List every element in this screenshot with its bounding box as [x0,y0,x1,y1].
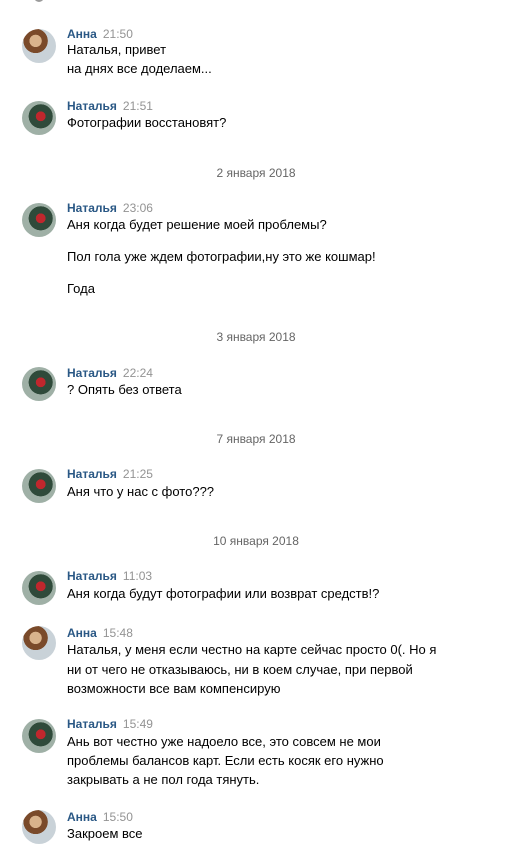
message-item: Наталья 21:25 Аня что у нас с фото??? [0,467,512,503]
message-item: Наталья 15:49 Ань вот честно уже надоело … [0,717,512,789]
message-text: Наталья, у меня если честно на карте сей… [67,642,437,657]
avatar[interactable] [22,203,56,237]
message-text: ни от чего не отказываюсь, ни в коем слу… [67,662,413,677]
message-header: Наталья 11:03 [67,569,152,583]
message-text: закрывать а не пол года тянуть. [67,772,260,787]
author-name[interactable]: Анна [67,27,97,41]
message-header: Наталья 22:24 [67,366,153,380]
message-item: Наталья 11:03 Аня когда будут фотографии … [0,569,512,605]
author-name[interactable]: Наталья [67,569,117,583]
message-text: Аня что у нас с фото??? [67,484,215,499]
message-text: Аня когда будут фотографии или возврат с… [67,586,380,601]
message-item: Наталья 23:06 Аня когда будет решение мое… [0,201,512,301]
message-text: Года [67,281,95,296]
message-time[interactable]: 11:03 [123,569,152,583]
avatar[interactable] [34,0,44,2]
author-name[interactable]: Анна [67,626,97,640]
avatar[interactable] [22,367,56,401]
message-time[interactable]: 22:24 [123,366,153,380]
avatar[interactable] [22,101,56,135]
avatar[interactable] [22,810,56,844]
message-text: Фотографии восстановят? [67,115,227,130]
message-time[interactable]: 15:49 [123,717,153,731]
avatar[interactable] [22,719,56,753]
avatar[interactable] [22,626,56,660]
message-time[interactable]: 23:06 [123,201,153,215]
message-header: Наталья 21:25 [67,467,153,481]
author-name[interactable]: Наталья [67,366,117,380]
message-header: Наталья 15:49 [67,717,153,731]
message-item: Наталья 22:24 ? Опять без ответа [0,366,512,402]
message-text: на днях все доделаем... [67,61,212,76]
message-text: Наталья, привет [67,42,167,57]
message-header: Анна 21:50 [67,27,133,41]
message-item: Анна 21:50 Наталья, привет на днях все до… [0,27,512,77]
message-text: Ань вот честно уже надоело все, это совс… [67,734,381,749]
message-time[interactable]: 21:25 [123,467,153,481]
message-text: проблемы балансов карт. Если есть косяк … [67,753,384,768]
author-name[interactable]: Наталья [67,99,117,113]
message-header: Наталья 21:51 [67,99,153,113]
message-text: Пол гола уже ждем фотографии,ну это же к… [67,249,376,264]
date-separator: 7 января 2018 [216,432,296,446]
author-name[interactable]: Наталья [67,467,117,481]
avatar[interactable] [22,29,56,63]
message-time[interactable]: 15:48 [103,626,133,640]
date-separator: 10 января 2018 [213,534,299,548]
author-name[interactable]: Анна [67,810,97,824]
author-name[interactable]: Наталья [67,201,117,215]
message-time[interactable]: 21:50 [103,27,133,41]
message-text: возможности все вам компенсирую [67,681,281,696]
message-text: Аня когда будет решение моей проблемы? [67,217,327,232]
author-name[interactable]: Наталья [67,717,117,731]
date-separator: 2 января 2018 [216,166,296,180]
date-separator: 3 января 2018 [216,330,296,344]
avatar[interactable] [22,571,56,605]
message-item: Анна 15:50 Закроем все [0,810,512,844]
message-text: ? Опять без ответа [67,382,182,397]
message-item: Анна 15:48 Наталья, у меня если честно на… [0,626,512,698]
message-time[interactable]: 21:51 [123,99,153,113]
message-text: Закроем все [67,826,143,841]
message-header: Анна 15:48 [67,626,133,640]
message-item: Наталья 21:51 Фотографии восстановят? [0,99,512,135]
message-header: Анна 15:50 [67,810,133,824]
avatar[interactable] [22,469,56,503]
message-time[interactable]: 15:50 [103,810,133,824]
message-header: Наталья 23:06 [67,201,153,215]
